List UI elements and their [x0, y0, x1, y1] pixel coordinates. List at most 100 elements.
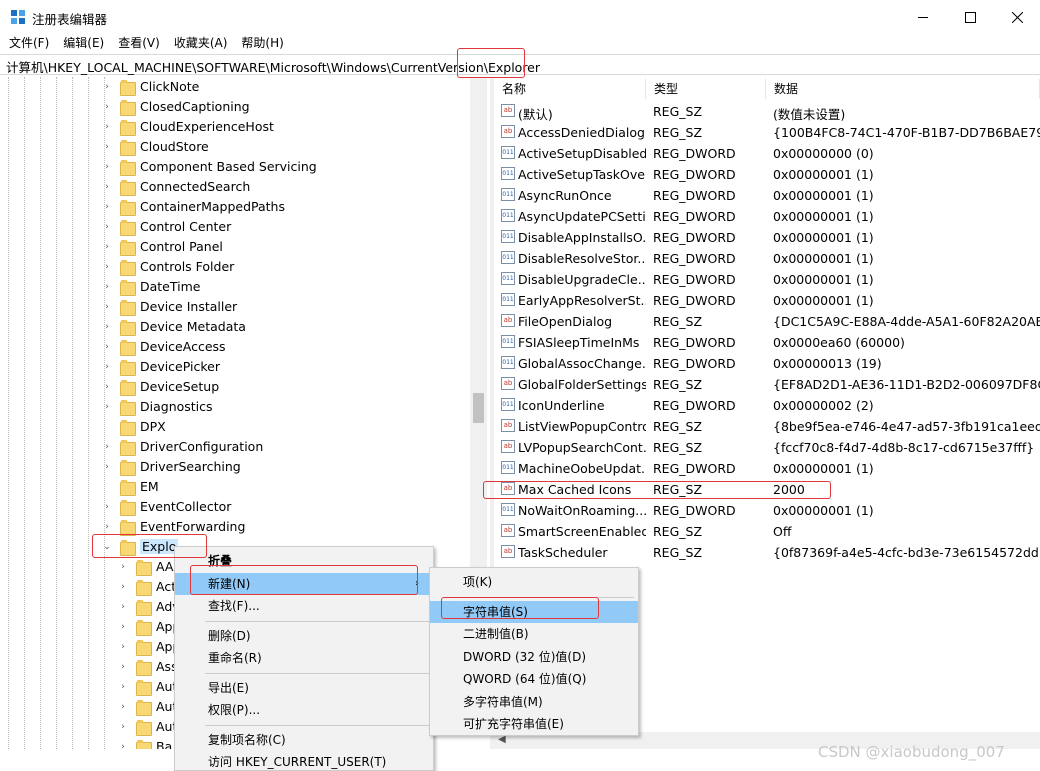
- value-row[interactable]: ab (默认) REG_SZ (数值未设置): [494, 101, 1040, 122]
- expand-chevron-icon[interactable]: ›: [118, 601, 128, 613]
- column-header-type[interactable]: 类型: [646, 79, 766, 99]
- minimize-button[interactable]: [900, 0, 946, 34]
- expand-chevron-icon[interactable]: ›: [118, 701, 128, 713]
- expand-chevron-icon[interactable]: ›: [118, 661, 128, 673]
- value-row[interactable]: 011 AsyncUpdatePCSetti... REG_DWORD 0x00000…: [494, 206, 1040, 227]
- tree-item[interactable]: › Device Metadata: [0, 317, 470, 337]
- value-row[interactable]: 011 IconUnderline REG_DWORD 0x00000002 (2): [494, 395, 1040, 416]
- value-row[interactable]: 011 ActiveSetupDisabled REG_DWORD 0x0000000…: [494, 143, 1040, 164]
- menu-file[interactable]: 文件(F): [0, 34, 56, 54]
- tree-item[interactable]: › CloudStore: [0, 137, 470, 157]
- tree-item[interactable]: › ContainerMappedPaths: [0, 197, 470, 217]
- expand-chevron-icon[interactable]: ›: [102, 221, 112, 233]
- tree-item[interactable]: › DeviceSetup: [0, 377, 470, 397]
- value-row[interactable]: 011 GlobalAssocChange... REG_DWORD 0x000000…: [494, 353, 1040, 374]
- tree-item[interactable]: › Control Center: [0, 217, 470, 237]
- menu-edit[interactable]: 编辑(E): [56, 34, 111, 54]
- tree-item[interactable]: › DriverConfiguration: [0, 437, 470, 457]
- value-row[interactable]: ab GlobalFolderSettings REG_SZ {EF8AD2D1-AE…: [494, 374, 1040, 395]
- expand-chevron-icon[interactable]: ›: [102, 461, 112, 473]
- expand-chevron-icon[interactable]: ›: [102, 281, 112, 293]
- tree-item[interactable]: › CloudExperienceHost: [0, 117, 470, 137]
- column-header-name[interactable]: 名称: [494, 79, 646, 99]
- menu-item[interactable]: QWORD (64 位)值(Q): [430, 668, 638, 690]
- tree-item[interactable]: › Controls Folder: [0, 257, 470, 277]
- expand-chevron-icon[interactable]: ›: [102, 121, 112, 133]
- tree-item[interactable]: › Control Panel: [0, 237, 470, 257]
- value-row[interactable]: ab FileOpenDialog REG_SZ {DC1C5A9C-E88A-4dd…: [494, 311, 1040, 332]
- menu-item[interactable]: 删除(D): [175, 625, 433, 647]
- menu-item[interactable]: 复制项名称(C): [175, 729, 433, 751]
- tree-item[interactable]: › ClickNote: [0, 77, 470, 97]
- tree-scroll-thumb[interactable]: [473, 393, 484, 423]
- expand-chevron-icon[interactable]: ›: [102, 381, 112, 393]
- expand-chevron-icon[interactable]: ›: [102, 301, 112, 313]
- expand-chevron-icon[interactable]: ›: [102, 161, 112, 173]
- menu-favorites[interactable]: 收藏夹(A): [167, 34, 235, 54]
- tree-item[interactable]: › DriverSearching: [0, 457, 470, 477]
- value-row[interactable]: ab SmartScreenEnabled REG_SZ Off: [494, 521, 1040, 542]
- menu-help[interactable]: 帮助(H): [234, 34, 290, 54]
- value-row[interactable]: 011 ActiveSetupTaskOve... REG_DWORD 0x00000…: [494, 164, 1040, 185]
- close-button[interactable]: [994, 0, 1040, 34]
- menu-item[interactable]: 二进制值(B): [430, 623, 638, 645]
- value-row[interactable]: ab TaskScheduler REG_SZ {0f87369f-a4e5-4cfc…: [494, 542, 1040, 563]
- value-row[interactable]: 011 DisableResolveStor... REG_DWORD 0x00000…: [494, 248, 1040, 269]
- value-row[interactable]: 011 EarlyAppResolverSt... REG_DWORD 0x00000…: [494, 290, 1040, 311]
- expand-chevron-icon[interactable]: ›: [118, 561, 128, 573]
- value-row[interactable]: 011 MachineOobeUpdat... REG_DWORD 0x0000000…: [494, 458, 1040, 479]
- menu-item[interactable]: 项(K): [430, 571, 638, 593]
- menu-item[interactable]: 查找(F)...: [175, 595, 433, 617]
- value-row[interactable]: 011 AsyncRunOnce REG_DWORD 0x00000001 (1): [494, 185, 1040, 206]
- tree-item[interactable]: › DevicePicker: [0, 357, 470, 377]
- tree-item[interactable]: › ConnectedSearch: [0, 177, 470, 197]
- expand-chevron-icon[interactable]: ›: [118, 721, 128, 733]
- expand-chevron-icon[interactable]: ›: [102, 341, 112, 353]
- menu-item[interactable]: 可扩充字符串值(E): [430, 713, 638, 735]
- tree-item[interactable]: DPX: [0, 417, 470, 437]
- expand-chevron-icon[interactable]: ›: [102, 441, 112, 453]
- expand-chevron-icon[interactable]: ›: [118, 621, 128, 633]
- tree-item[interactable]: › DeviceAccess: [0, 337, 470, 357]
- expand-chevron-icon[interactable]: ›: [102, 81, 112, 93]
- tree-item[interactable]: › EventCollector: [0, 497, 470, 517]
- expand-chevron-icon[interactable]: ›: [118, 681, 128, 693]
- column-header-data[interactable]: 数据: [766, 79, 1040, 99]
- expand-chevron-icon[interactable]: ›: [102, 101, 112, 113]
- menu-item[interactable]: DWORD (32 位)值(D): [430, 646, 638, 668]
- menu-item[interactable]: 权限(P)...: [175, 699, 433, 721]
- expand-chevron-icon[interactable]: ›: [102, 241, 112, 253]
- value-row[interactable]: 011 DisableUpgradeCle... REG_DWORD 0x000000…: [494, 269, 1040, 290]
- value-row[interactable]: ab LVPopupSearchCont... REG_SZ {fccf70c8-f4…: [494, 437, 1040, 458]
- tree-item[interactable]: › Device Installer: [0, 297, 470, 317]
- expand-chevron-icon[interactable]: ›: [102, 181, 112, 193]
- menu-view[interactable]: 查看(V): [111, 34, 167, 54]
- value-row[interactable]: ab ListViewPopupControl REG_SZ {8be9f5ea-e7…: [494, 416, 1040, 437]
- value-row[interactable]: 011 DisableAppInstallsO... REG_DWORD 0x0000…: [494, 227, 1040, 248]
- menu-item[interactable]: 重命名(R): [175, 647, 433, 669]
- menu-item[interactable]: 访问 HKEY_CURRENT_USER(T): [175, 751, 433, 771]
- tree-item[interactable]: › DateTime: [0, 277, 470, 297]
- menu-item[interactable]: 导出(E): [175, 677, 433, 699]
- tree-item[interactable]: EM: [0, 477, 470, 497]
- value-row[interactable]: ab AccessDeniedDialog REG_SZ {100B4FC8-74C1…: [494, 122, 1040, 143]
- expand-chevron-icon[interactable]: ›: [102, 201, 112, 213]
- tree-item[interactable]: › ClosedCaptioning: [0, 97, 470, 117]
- expand-chevron-icon[interactable]: ›: [102, 501, 112, 513]
- expand-chevron-icon[interactable]: ›: [118, 581, 128, 593]
- tree-item[interactable]: › Diagnostics: [0, 397, 470, 417]
- expand-chevron-icon[interactable]: ›: [102, 321, 112, 333]
- expand-chevron-icon[interactable]: ›: [102, 141, 112, 153]
- expand-chevron-icon[interactable]: ›: [118, 641, 128, 653]
- tree-item[interactable]: › Component Based Servicing: [0, 157, 470, 177]
- tree-item[interactable]: › EventForwarding: [0, 517, 470, 537]
- expand-chevron-icon[interactable]: ›: [102, 261, 112, 273]
- expand-chevron-icon[interactable]: ›: [102, 361, 112, 373]
- expand-chevron-icon[interactable]: ›: [102, 401, 112, 413]
- expand-chevron-icon[interactable]: ›: [118, 741, 128, 749]
- maximize-button[interactable]: [947, 0, 993, 34]
- expand-chevron-icon[interactable]: ›: [102, 521, 112, 533]
- value-row[interactable]: 011 NoWaitOnRoaming... REG_DWORD 0x00000001…: [494, 500, 1040, 521]
- menu-item[interactable]: 多字符串值(M): [430, 691, 638, 713]
- value-row[interactable]: 011 FSIASleepTimeInMs REG_DWORD 0x0000ea60 …: [494, 332, 1040, 353]
